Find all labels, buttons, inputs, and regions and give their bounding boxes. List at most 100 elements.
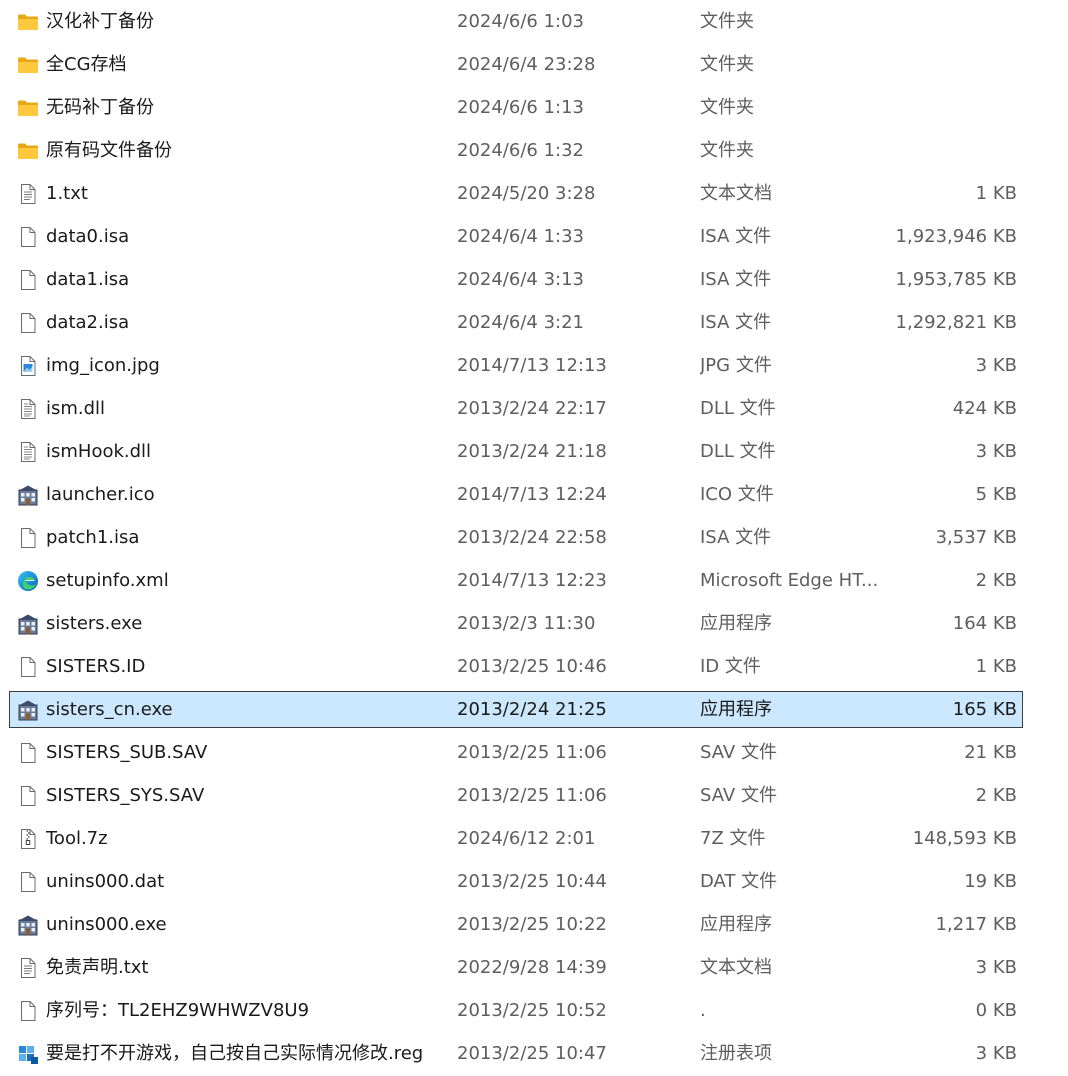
file-row[interactable]: 序列号：TL2EHZ9WHWZV8U9 2013/2/25 10:52. 0 KB	[9, 992, 1023, 1029]
file-date-modified: 2013/2/24 21:25	[457, 699, 607, 720]
file-row[interactable]: 原有码文件备份 2024/6/6 1:32 文件夹	[9, 132, 1023, 169]
file-name: ism.dll	[46, 398, 106, 419]
file-name: 原有码文件备份	[46, 140, 172, 161]
archive-file-icon	[17, 828, 39, 850]
folder-icon	[17, 140, 39, 162]
file-date-modified: 2013/2/25 10:44	[457, 871, 607, 892]
file-name: ismHook.dll	[46, 441, 152, 462]
file-size: 1 KB	[975, 656, 1017, 677]
file-icon	[17, 742, 39, 764]
file-name: unins000.dat	[46, 871, 165, 892]
file-size: 0 KB	[975, 1000, 1017, 1021]
file-row[interactable]: Tool.7z 2024/6/12 2:01 7Z 文件 148,593 KB	[9, 820, 1023, 857]
file-date-modified: 2024/6/12 2:01	[457, 828, 596, 849]
file-date-modified: 2014/7/13 12:23	[457, 570, 607, 591]
file-date-modified: 2013/2/25 10:47	[457, 1043, 607, 1064]
file-date-modified: 2013/2/24 21:18	[457, 441, 607, 462]
file-date-modified: 2024/6/6 1:03	[457, 11, 584, 32]
file-row[interactable]: data1.isa 2024/6/4 3:13 ISA 文件 1,953,785 KB	[9, 261, 1023, 298]
file-size: 2 KB	[975, 785, 1017, 806]
file-row[interactable]: patch1.isa 2013/2/24 22:58 ISA 文件 3,537 KB	[9, 519, 1023, 556]
file-name: unins000.exe	[46, 914, 167, 935]
file-row[interactable]: 要是打不开游戏，自己按自己实际情况修改.reg 2013/2/25 10:47 注册…	[9, 1035, 1023, 1072]
file-name: 全CG存档	[46, 54, 127, 75]
file-row[interactable]: 汉化补丁备份 2024/6/6 1:03 文件夹	[9, 3, 1023, 40]
file-size: 3 KB	[975, 355, 1017, 376]
file-row[interactable]: ismHook.dll 2013/2/24 21:18 DLL 文件 3 KB	[9, 433, 1023, 470]
file-icon	[17, 269, 39, 291]
file-name: sisters.exe	[46, 613, 143, 634]
file-name: data0.isa	[46, 226, 130, 247]
file-size: 424 KB	[952, 398, 1017, 419]
file-row[interactable]: 全CG存档 2024/6/4 23:28 文件夹	[9, 46, 1023, 83]
file-icon	[17, 527, 39, 549]
file-row[interactable]: setupinfo.xml 2014/7/13 12:23 Microsoft Ed…	[9, 562, 1023, 599]
file-name: SISTERS_SUB.SAV	[46, 742, 208, 763]
file-row[interactable]: SISTERS_SUB.SAV 2013/2/25 11:06 SAV 文件 21 K…	[9, 734, 1023, 771]
file-size: 3,537 KB	[935, 527, 1017, 548]
dll-file-icon	[17, 398, 39, 420]
file-row[interactable]: data0.isa 2024/6/4 1:33 ISA 文件 1,923,946 KB	[9, 218, 1023, 255]
file-row[interactable]: 免责声明.txt 2022/9/28 14:39 文本文档 3 KB	[9, 949, 1023, 986]
file-size: 148,593 KB	[912, 828, 1017, 849]
file-date-modified: 2024/5/20 3:28	[457, 183, 596, 204]
folder-icon	[17, 54, 39, 76]
file-row[interactable]: sisters_cn.exe 2013/2/24 21:25 应用程序 165 KB	[9, 691, 1023, 728]
file-size: 1,923,946 KB	[895, 226, 1017, 247]
file-date-modified: 2024/6/6 1:32	[457, 140, 584, 161]
file-icon	[17, 1000, 39, 1022]
file-type: 文件夹	[700, 11, 754, 32]
file-row[interactable]: sisters.exe 2013/2/3 11:30 应用程序 164 KB	[9, 605, 1023, 642]
file-name: 免责声明.txt	[46, 957, 149, 978]
file-date-modified: 2024/6/6 1:13	[457, 97, 584, 118]
file-row[interactable]: launcher.ico 2014/7/13 12:24 ICO 文件 5 KB	[9, 476, 1023, 513]
file-date-modified: 2024/6/4 3:21	[457, 312, 584, 333]
file-row[interactable]: 1.txt 2024/5/20 3:28 文本文档 1 KB	[9, 175, 1023, 212]
file-row[interactable]: 无码补丁备份 2024/6/6 1:13 文件夹	[9, 89, 1023, 126]
file-size: 164 KB	[952, 613, 1017, 634]
file-row[interactable]: unins000.exe 2013/2/25 10:22 应用程序 1,217 KB	[9, 906, 1023, 943]
file-date-modified: 2014/7/13 12:24	[457, 484, 607, 505]
file-name: launcher.ico	[46, 484, 155, 505]
file-row[interactable]: img_icon.jpg 2014/7/13 12:13 JPG 文件 3 KB	[9, 347, 1023, 384]
file-icon	[17, 226, 39, 248]
file-size: 3 KB	[975, 1043, 1017, 1064]
file-date-modified: 2013/2/3 11:30	[457, 613, 596, 634]
file-size: 1,953,785 KB	[895, 269, 1017, 290]
file-row[interactable]: ism.dll 2013/2/24 22:17 DLL 文件 424 KB	[9, 390, 1023, 427]
registry-file-icon	[17, 1043, 39, 1065]
file-name: data2.isa	[46, 312, 130, 333]
file-row[interactable]: unins000.dat 2013/2/25 10:44 DAT 文件 19 KB	[9, 863, 1023, 900]
file-name: SISTERS.ID	[46, 656, 146, 677]
app-icon	[17, 914, 39, 936]
file-size: 21 KB	[964, 742, 1017, 763]
file-name: setupinfo.xml	[46, 570, 169, 591]
file-name: Tool.7z	[46, 828, 108, 849]
file-name: data1.isa	[46, 269, 130, 290]
file-type: 文件夹	[700, 97, 754, 118]
folder-icon	[17, 97, 39, 119]
file-name: patch1.isa	[46, 527, 140, 548]
file-list: 汉化补丁备份 2024/6/6 1:03 文件夹 全CG存档 2024/6/4 23:2…	[0, 0, 1068, 1076]
file-row[interactable]: data2.isa 2024/6/4 3:21 ISA 文件 1,292,821 KB	[9, 304, 1023, 341]
file-type: 文件夹	[700, 140, 754, 161]
file-date-modified: 2022/9/28 14:39	[457, 957, 607, 978]
image-file-icon	[17, 355, 39, 377]
file-size: 1,292,821 KB	[895, 312, 1017, 333]
file-row[interactable]: SISTERS.ID 2013/2/25 10:46 ID 文件 1 KB	[9, 648, 1023, 685]
file-date-modified: 2013/2/25 10:52	[457, 1000, 607, 1021]
file-date-modified: 2024/6/4 23:28	[457, 54, 596, 75]
file-size: 3 KB	[975, 957, 1017, 978]
file-name: sisters_cn.exe	[46, 699, 173, 720]
file-date-modified: 2013/2/24 22:17	[457, 398, 607, 419]
app-icon	[17, 613, 39, 635]
file-row[interactable]: SISTERS_SYS.SAV 2013/2/25 11:06 SAV 文件 2 KB	[9, 777, 1023, 814]
folder-icon	[17, 11, 39, 33]
file-name: img_icon.jpg	[46, 355, 160, 376]
file-icon	[17, 312, 39, 334]
app-icon	[17, 484, 39, 506]
file-date-modified: 2014/7/13 12:13	[457, 355, 607, 376]
file-icon	[17, 871, 39, 893]
file-size: 5 KB	[975, 484, 1017, 505]
app-icon	[17, 699, 39, 721]
